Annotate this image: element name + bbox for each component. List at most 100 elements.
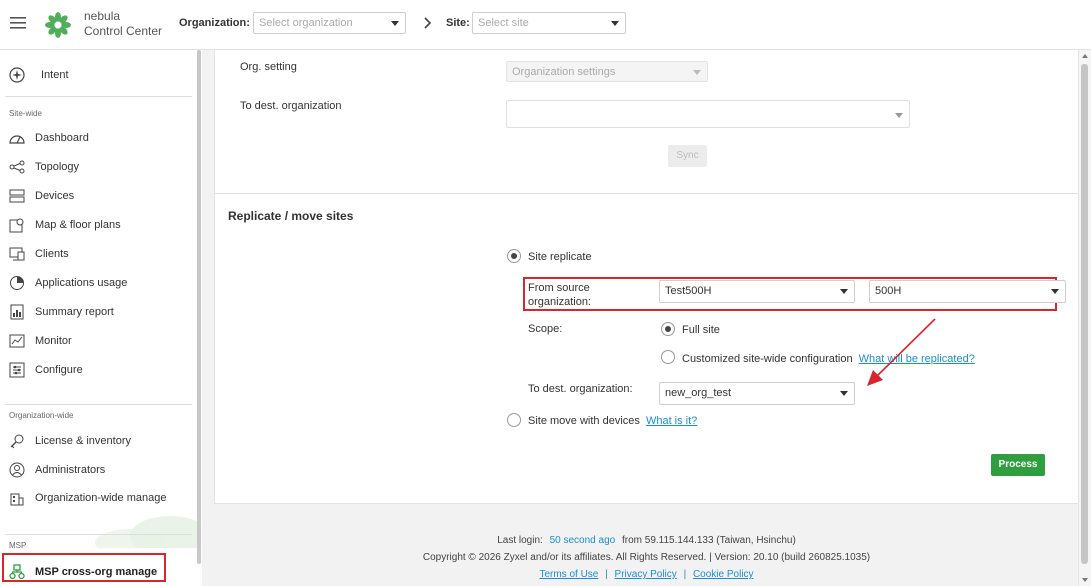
privacy-policy-link[interactable]: Privacy Policy	[615, 569, 677, 580]
scrollbar-thumb[interactable]	[1081, 64, 1088, 564]
dest-org-select[interactable]: new_org_test	[659, 382, 855, 405]
sidebar-item-label: License & inventory	[35, 435, 131, 447]
main-scrollbar[interactable]	[1078, 50, 1091, 586]
msp-header: MSP	[9, 541, 27, 550]
sync-button[interactable]: Sync	[668, 145, 707, 167]
cookie-policy-link[interactable]: Cookie Policy	[693, 569, 754, 580]
divider	[5, 404, 192, 405]
scope-label: Scope:	[528, 323, 563, 335]
source-org-label-line-2: organization:	[528, 296, 591, 308]
clients-icon	[8, 245, 26, 263]
source-org-label: From source organization:	[528, 281, 591, 309]
source-org-label-line-1: From source	[528, 282, 590, 294]
sidebar-item-clients[interactable]: Clients	[8, 243, 192, 265]
sidebar-item-topology[interactable]: Topology	[8, 156, 192, 178]
nebula-logo-icon	[44, 11, 72, 39]
topology-icon	[8, 158, 26, 176]
site-select[interactable]: Select site	[472, 12, 626, 34]
sidebar-item-dashboard[interactable]: Dashboard	[8, 127, 192, 149]
sidebar-item-summary-report[interactable]: Summary report	[8, 301, 192, 323]
hamburger-menu-icon[interactable]	[10, 16, 26, 30]
site-replicate-radio[interactable]	[507, 249, 521, 263]
content-card: Org. setting Organization settings To de…	[214, 49, 1091, 504]
dest-org-label-sync: To dest. organization	[240, 100, 342, 112]
sidebar-item-monitor[interactable]: Monitor	[8, 330, 192, 352]
copyright-text: Copyright © 2026 Zyxel and/or its affili…	[422, 552, 871, 563]
org-settings-select[interactable]: Organization settings	[506, 61, 708, 82]
full-site-label: Full site	[682, 324, 720, 336]
site-label: Site:	[446, 17, 470, 29]
site-move-label: Site move with devices	[528, 415, 640, 427]
chevron-down-icon	[391, 21, 399, 26]
dashboard-icon	[8, 129, 26, 147]
sidebar-scrollbar[interactable]	[197, 50, 201, 564]
chevron-down-icon	[840, 391, 848, 396]
process-button[interactable]: Process	[991, 454, 1045, 476]
site-replicate-label: Site replicate	[528, 251, 592, 263]
sidebar: Intent Site-wide Dashboard Topology Devi…	[0, 50, 200, 586]
sidebar-item-msp-cross-org-manage[interactable]: MSP cross-org manage	[8, 561, 192, 583]
organization-select[interactable]: Select organization	[253, 12, 406, 34]
scroll-down-icon[interactable]	[1082, 578, 1088, 582]
source-site-value: 500H	[875, 285, 902, 297]
sidebar-item-label: Configure	[35, 364, 83, 376]
what-is-it-link[interactable]: What is it?	[646, 415, 697, 427]
sidebar-item-label: Intent	[41, 69, 69, 81]
sidebar-item-map[interactable]: Map & floor plans	[8, 214, 192, 236]
divider	[5, 534, 192, 535]
sidebar-item-configure[interactable]: Configure	[8, 359, 192, 381]
sidebar-item-label: Topology	[35, 161, 80, 173]
last-login-label: Last login:	[497, 535, 543, 546]
chevron-down-icon	[1051, 289, 1059, 294]
org-wide-header: Organization-wide	[9, 411, 74, 420]
sidebar-item-label: Devices	[35, 190, 75, 202]
brand-line-2: Control Center	[84, 24, 163, 38]
section-divider	[215, 193, 1091, 194]
footer-links: Terms of Use | Privacy Policy | Cookie P…	[202, 569, 1091, 580]
monitor-icon	[8, 332, 26, 350]
sidebar-item-administrators[interactable]: Administrators	[8, 459, 192, 481]
chevron-down-icon	[895, 113, 903, 118]
top-bar: nebula Control Center Organization: Sele…	[0, 0, 1091, 50]
customized-config-radio[interactable]	[661, 350, 675, 364]
org-settings-value: Organization settings	[512, 66, 616, 78]
source-org-select[interactable]: Test500H	[659, 280, 855, 303]
chevron-down-icon	[840, 289, 848, 294]
license-icon	[8, 432, 26, 450]
separator: |	[605, 569, 608, 580]
sidebar-item-label: Summary report	[35, 306, 114, 318]
last-login-ago: 50 second ago	[549, 535, 616, 546]
source-site-select[interactable]: 500H	[869, 280, 1066, 303]
pie-chart-icon	[8, 274, 26, 292]
decorative-tree-illustration	[0, 488, 200, 548]
map-icon	[8, 216, 26, 234]
configure-icon	[8, 361, 26, 379]
sidebar-item-label: Monitor	[35, 335, 72, 347]
dest-org-select-sync[interactable]	[506, 100, 910, 128]
sidebar-item-label: Administrators	[35, 464, 106, 476]
source-org-value: Test500H	[665, 285, 712, 297]
administrators-icon	[8, 461, 26, 479]
dest-org-label: To dest. organization:	[528, 383, 633, 395]
site-wide-header: Site-wide	[9, 109, 42, 118]
annotation-arrow	[855, 314, 945, 394]
chevron-right-icon	[424, 17, 432, 29]
full-site-radio[interactable]	[661, 322, 675, 336]
replicate-section-title: Replicate / move sites	[228, 209, 354, 223]
sidebar-item-license[interactable]: License & inventory	[8, 430, 192, 452]
site-move-radio[interactable]	[507, 413, 521, 427]
report-icon	[8, 303, 26, 321]
brand-line-1: nebula	[84, 9, 121, 23]
sidebar-item-label: Applications usage	[35, 277, 128, 289]
scroll-up-icon[interactable]	[1082, 54, 1088, 58]
devices-icon	[8, 187, 26, 205]
sidebar-item-intent[interactable]: Intent	[8, 64, 192, 86]
terms-of-use-link[interactable]: Terms of Use	[539, 569, 598, 580]
divider	[5, 96, 192, 97]
msp-icon	[8, 563, 26, 581]
sidebar-item-applications-usage[interactable]: Applications usage	[8, 272, 192, 294]
sidebar-item-label: Clients	[35, 248, 69, 260]
sidebar-item-label: MSP cross-org manage	[35, 566, 158, 578]
sidebar-item-devices[interactable]: Devices	[8, 185, 192, 207]
chevron-down-icon	[693, 70, 701, 75]
